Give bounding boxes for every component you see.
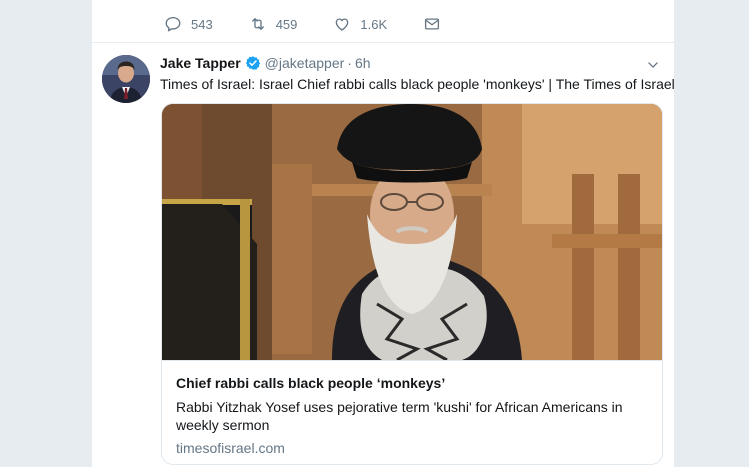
card-image	[162, 104, 662, 360]
heart-icon	[336, 18, 349, 31]
author-handle[interactable]: @jaketapper	[265, 55, 345, 71]
direct-message-button[interactable]	[423, 15, 441, 33]
avatar[interactable]	[102, 55, 150, 103]
reply-icon	[165, 16, 181, 32]
card-title: Chief rabbi calls black people ‘monkeys’	[176, 375, 446, 391]
chevron-down-icon[interactable]	[646, 58, 660, 72]
retweet-button[interactable]: 459	[249, 15, 298, 33]
timeline-column: 543 459 1.6K Jake Tapper @jaketapper · 6…	[91, 0, 675, 467]
verified-badge-icon	[245, 56, 260, 70]
card-body: Chief rabbi calls black people ‘monkeys’…	[162, 360, 662, 464]
link-card[interactable]: Chief rabbi calls black people ‘monkeys’…	[161, 103, 663, 465]
card-description: Rabbi Yitzhak Yosef uses pejorative term…	[176, 399, 623, 433]
like-count: 1.6K	[360, 16, 388, 32]
previous-tweet-actions: 543 459 1.6K	[164, 14, 477, 34]
card-domain: timesofisrael.com	[176, 440, 285, 456]
retweet-icon	[251, 18, 264, 30]
tweet-text: Times of Israel: Israel Chief rabbi call…	[160, 76, 675, 92]
reply-count: 543	[191, 16, 213, 32]
author-name[interactable]: Jake Tapper	[160, 55, 241, 71]
tweet-timestamp[interactable]: 6h	[355, 55, 371, 71]
tweet-header: Jake Tapper @jaketapper · 6h	[160, 55, 371, 71]
tweet-divider	[92, 42, 674, 43]
reply-button[interactable]: 543	[164, 15, 213, 33]
retweet-count: 459	[275, 16, 298, 32]
envelope-icon	[425, 18, 440, 30]
like-button[interactable]: 1.6K	[333, 15, 387, 33]
header-separator: ·	[347, 55, 352, 71]
